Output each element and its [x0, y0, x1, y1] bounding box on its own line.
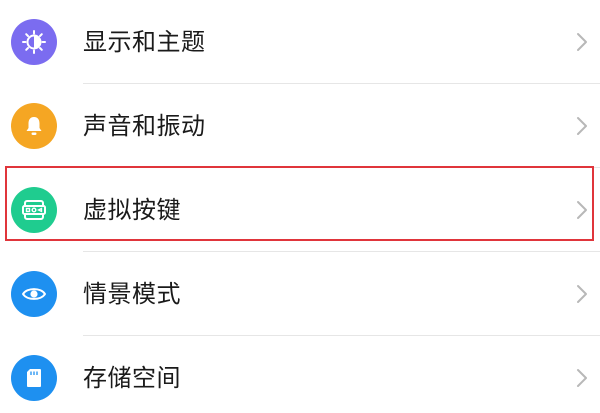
settings-item-label: 虚拟按键: [83, 196, 181, 224]
bell-icon: [11, 103, 57, 149]
settings-list: 显示和主题 声音和振动 虚拟按键 情景模式 存储空间: [0, 0, 600, 413]
display-theme-icon: [11, 19, 57, 65]
settings-item-display-theme[interactable]: 显示和主题: [0, 0, 600, 84]
settings-item-label: 情景模式: [83, 280, 181, 308]
settings-item-scene-mode[interactable]: 情景模式: [0, 252, 600, 336]
settings-item-label: 存储空间: [83, 364, 181, 392]
settings-item-storage[interactable]: 存储空间: [0, 336, 600, 413]
virtual-keys-icon: [11, 187, 57, 233]
chevron-right-icon: [577, 33, 587, 51]
chevron-right-icon: [577, 285, 587, 303]
settings-item-virtual-keys[interactable]: 虚拟按键: [0, 168, 600, 252]
sd-card-icon: [11, 355, 57, 401]
chevron-right-icon: [577, 369, 587, 387]
chevron-right-icon: [577, 201, 587, 219]
settings-item-label: 显示和主题: [83, 28, 206, 56]
settings-item-label: 声音和振动: [83, 112, 206, 140]
settings-item-sound-vibration[interactable]: 声音和振动: [0, 84, 600, 168]
chevron-right-icon: [577, 117, 587, 135]
eye-icon: [11, 271, 57, 317]
